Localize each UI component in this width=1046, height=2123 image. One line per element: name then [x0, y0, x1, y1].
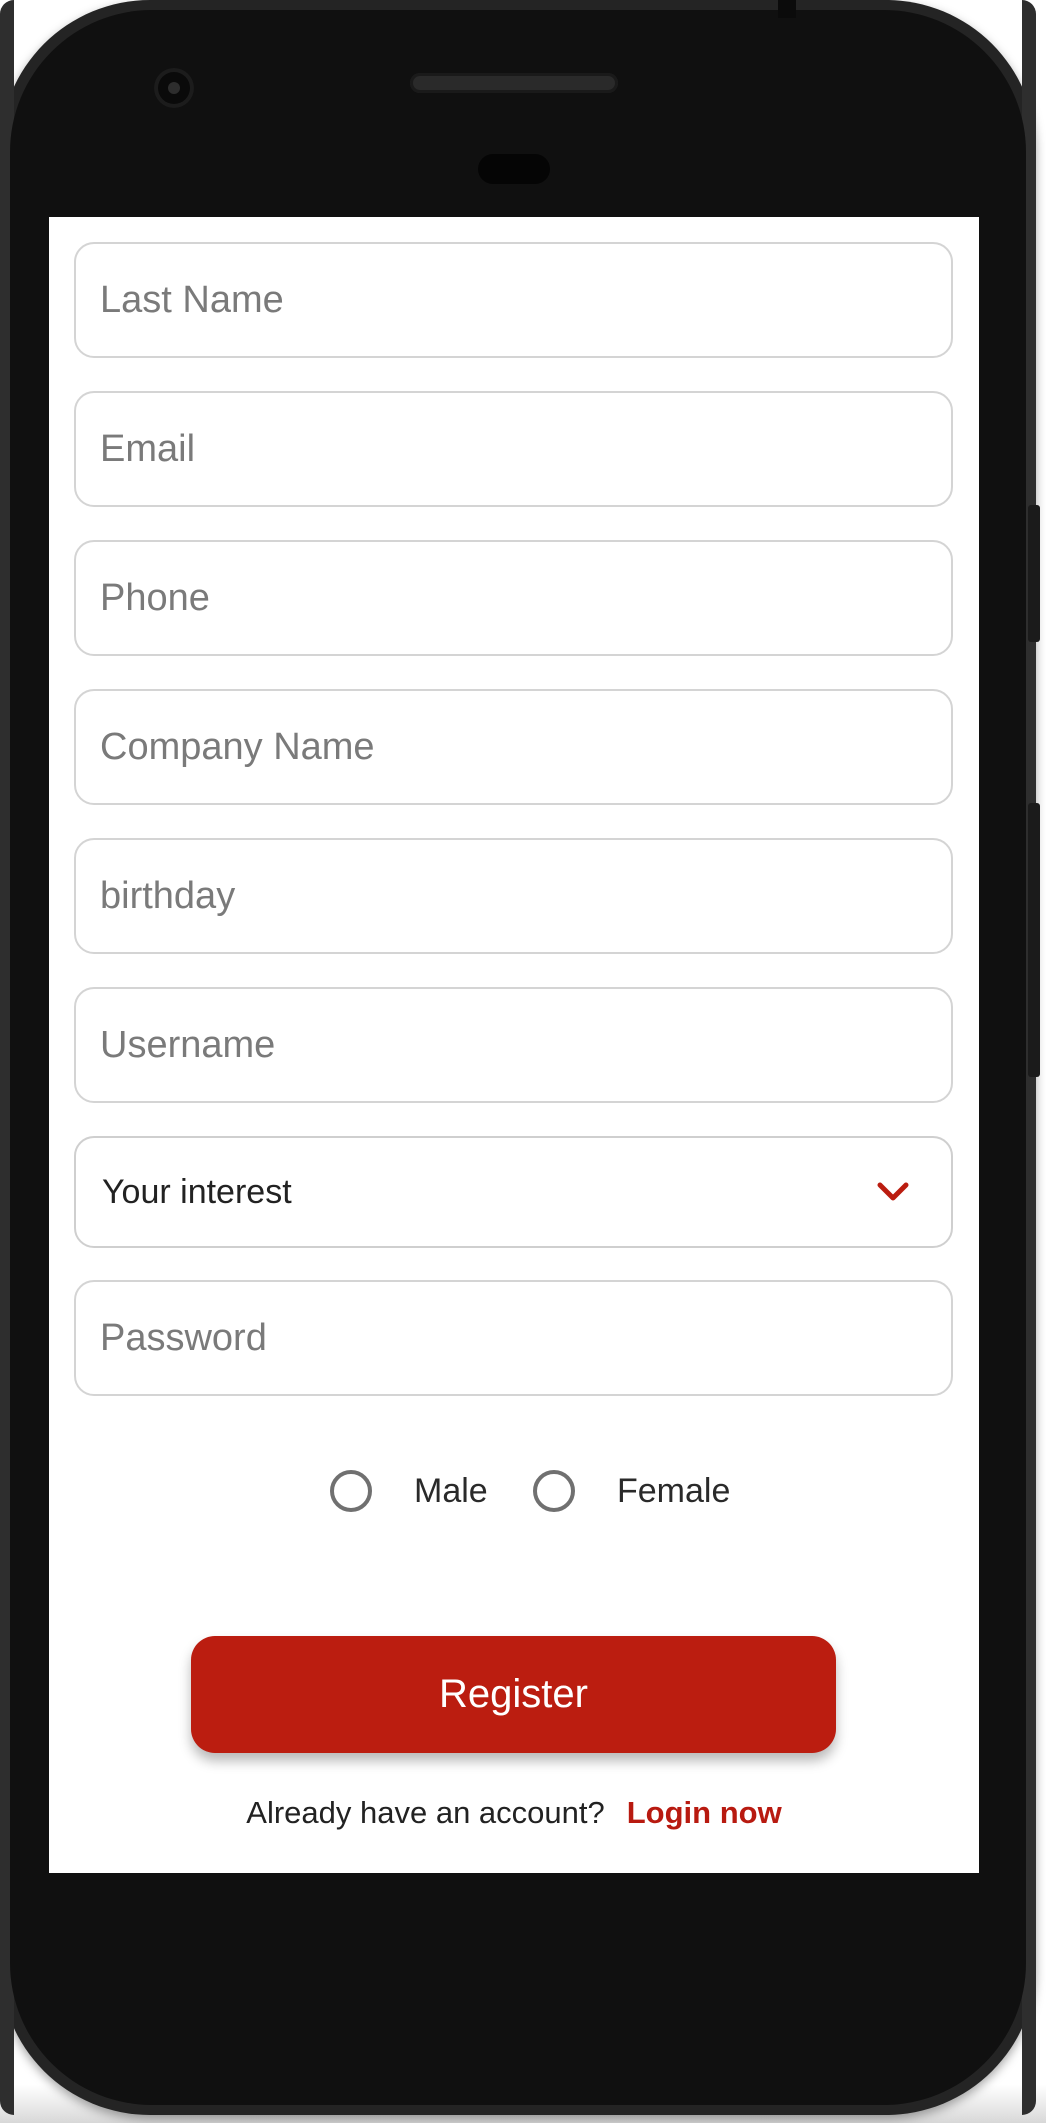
register-button[interactable]: Register — [191, 1636, 836, 1753]
birthday-field[interactable] — [74, 838, 953, 954]
username-field[interactable] — [74, 987, 953, 1103]
gender-option-female[interactable]: Female — [533, 1461, 730, 1521]
birthday-input[interactable] — [100, 874, 951, 918]
radio-label-male: Male — [414, 1471, 488, 1510]
last-name-input[interactable] — [100, 278, 951, 322]
password-field[interactable] — [74, 1280, 953, 1396]
power-button — [1028, 803, 1040, 1077]
volume-button — [1028, 505, 1040, 642]
gender-option-male[interactable]: Male — [330, 1461, 488, 1521]
email-field[interactable] — [74, 391, 953, 507]
company-name-field[interactable] — [74, 689, 953, 805]
radio-male[interactable] — [330, 1470, 372, 1512]
email-input[interactable] — [100, 427, 951, 471]
phone-input[interactable] — [100, 576, 951, 620]
chevron-down-icon[interactable] — [875, 1174, 911, 1210]
radio-female[interactable] — [533, 1470, 575, 1512]
interest-select-value: Your interest — [102, 1172, 292, 1211]
phone-frame: Your interest Male Female — [0, 0, 1040, 2115]
radio-label-female: Female — [617, 1471, 731, 1510]
app-screen: Your interest Male Female — [49, 217, 979, 1873]
phone-top-mark — [778, 0, 796, 18]
interest-select[interactable]: Your interest — [74, 1136, 953, 1248]
earpiece-speaker — [410, 73, 618, 93]
phone-field[interactable] — [74, 540, 953, 656]
stage: Your interest Male Female — [0, 0, 1046, 2123]
username-input[interactable] — [100, 1023, 951, 1067]
gender-radio-group: Male Female — [49, 1461, 979, 1521]
company-name-input[interactable] — [100, 725, 951, 769]
front-camera-icon — [154, 68, 194, 108]
proximity-sensor — [478, 154, 550, 184]
login-prompt-row: Already have an account? Login now — [49, 1795, 979, 1831]
login-prompt-text: Already have an account? — [246, 1795, 605, 1830]
password-input[interactable] — [100, 1316, 951, 1360]
login-now-link[interactable]: Login now — [627, 1795, 782, 1830]
last-name-field[interactable] — [74, 242, 953, 358]
